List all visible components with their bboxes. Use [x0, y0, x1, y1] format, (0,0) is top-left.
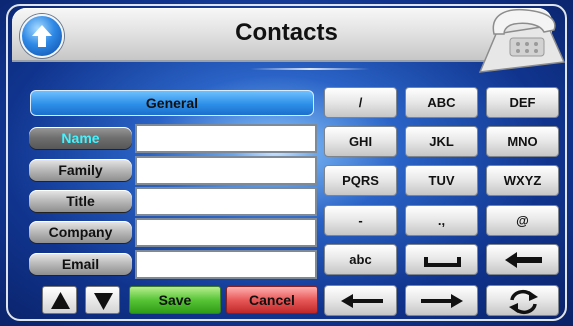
- contacts-screen: Contacts General Name Family Title Compa…: [0, 0, 573, 326]
- key-mno[interactable]: MNO: [486, 126, 559, 157]
- family-field[interactable]: [135, 156, 317, 185]
- refresh-icon: [509, 289, 538, 315]
- space-key[interactable]: [405, 244, 478, 275]
- key-punctuation[interactable]: .,: [405, 205, 478, 236]
- key-at[interactable]: @: [486, 205, 559, 236]
- save-button[interactable]: Save: [129, 286, 221, 314]
- up-button[interactable]: [20, 14, 64, 58]
- email-label[interactable]: Email: [29, 253, 132, 275]
- backspace-arrow-icon: [505, 252, 542, 268]
- up-arrow-icon: [32, 25, 52, 47]
- key-wxyz[interactable]: WXYZ: [486, 165, 559, 196]
- key-pqrs[interactable]: PQRS: [324, 165, 397, 196]
- refresh-key[interactable]: [486, 285, 559, 316]
- cursor-left-key[interactable]: [324, 285, 397, 316]
- key-ghi[interactable]: GHI: [324, 126, 397, 157]
- left-arrow-icon: [341, 294, 383, 308]
- space-bar-icon: [424, 257, 461, 267]
- cancel-button[interactable]: Cancel: [226, 286, 318, 314]
- name-label[interactable]: Name: [29, 127, 132, 149]
- triangle-down-icon: [94, 293, 113, 310]
- triangle-up-icon: [51, 292, 70, 309]
- scroll-up-button[interactable]: [42, 286, 77, 314]
- email-field[interactable]: [135, 250, 317, 279]
- key-def[interactable]: DEF: [486, 87, 559, 118]
- general-tab[interactable]: General: [30, 90, 314, 116]
- company-field[interactable]: [135, 218, 317, 247]
- key-dash[interactable]: -: [324, 205, 397, 236]
- company-label[interactable]: Company: [29, 221, 132, 243]
- cursor-right-key[interactable]: [405, 285, 478, 316]
- title-label[interactable]: Title: [29, 190, 132, 212]
- scroll-down-button[interactable]: [85, 286, 120, 314]
- family-label[interactable]: Family: [29, 159, 132, 181]
- name-field[interactable]: [135, 124, 317, 153]
- telephone-icon: [478, 8, 566, 73]
- key-lowercase[interactable]: abc: [324, 244, 397, 275]
- title-field[interactable]: [135, 187, 317, 216]
- right-arrow-icon: [421, 294, 463, 308]
- key-slash[interactable]: /: [324, 87, 397, 118]
- key-tuv[interactable]: TUV: [405, 165, 478, 196]
- key-abc[interactable]: ABC: [405, 87, 478, 118]
- backspace-key[interactable]: [486, 244, 559, 275]
- key-jkl[interactable]: JKL: [405, 126, 478, 157]
